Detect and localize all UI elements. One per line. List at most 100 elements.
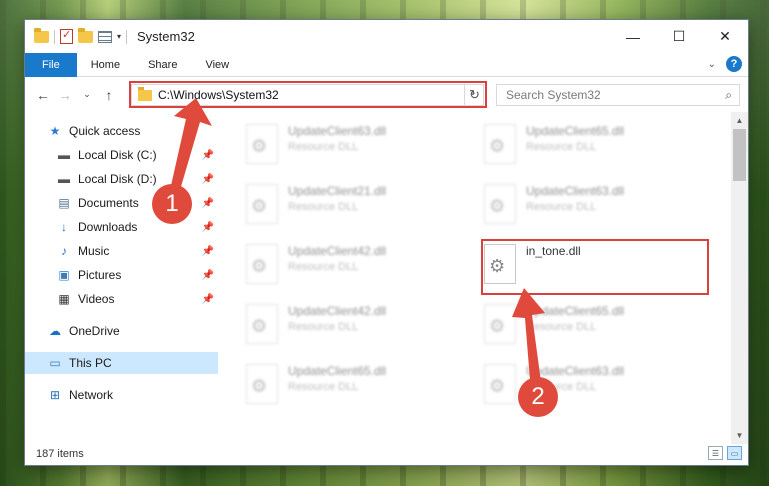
help-icon[interactable]: ? bbox=[726, 56, 742, 72]
sidebar-item-label: Music bbox=[78, 244, 110, 258]
file-name: UpdateClient63.dll bbox=[526, 184, 625, 198]
sidebar-item-label: Local Disk (D:) bbox=[78, 172, 157, 186]
vertical-scrollbar[interactable]: ▲ ▼ bbox=[731, 112, 748, 444]
ribbon-tabs: File Home Share View ⌄ ? bbox=[25, 52, 748, 77]
drive-icon: ▬ bbox=[58, 148, 70, 162]
sidebar-item-label: Pictures bbox=[78, 268, 122, 282]
sidebar-item-pictures[interactable]: ▣ Pictures 📌 bbox=[25, 264, 218, 286]
item-count: 187 items bbox=[36, 447, 84, 460]
pin-icon: 📌 bbox=[201, 293, 214, 305]
file-name: UpdateClient21.dll bbox=[288, 184, 387, 198]
file-name: UpdateClient42.dll bbox=[288, 304, 387, 318]
back-arrow-icon[interactable]: ← bbox=[34, 87, 52, 103]
sidebar-item-music[interactable]: ♪ Music 📌 bbox=[25, 240, 218, 262]
view-toggle-buttons: ☰ ▭ bbox=[708, 446, 742, 460]
navigation-buttons: ← → ⌄ ↑ bbox=[25, 87, 130, 103]
scroll-up-arrow-icon[interactable]: ▲ bbox=[731, 112, 748, 129]
sidebar-item-label: Videos bbox=[78, 292, 115, 306]
file-type: Resource DLL bbox=[526, 201, 597, 213]
file-explorer-window: ▾ System32 — ☐ ✕ File Home Share View ⌄ … bbox=[24, 19, 749, 466]
search-icon[interactable]: ⌕ bbox=[725, 88, 732, 103]
forward-arrow-icon[interactable]: → bbox=[56, 87, 74, 103]
star-icon: ★ bbox=[49, 124, 61, 138]
sidebar-item-videos[interactable]: ▦ Videos 📌 bbox=[25, 288, 218, 310]
expand-ribbon-chevron-icon[interactable]: ⌄ bbox=[708, 59, 716, 70]
file-name: UpdateClient63.dll bbox=[526, 364, 625, 378]
sidebar-item-label: Local Disk (C:) bbox=[78, 148, 157, 162]
dll-file-icon bbox=[484, 124, 516, 164]
dll-file-icon bbox=[246, 184, 278, 224]
navigation-bar: ← → ⌄ ↑ C:\Windows\System32 ⌄ ↻ Search S… bbox=[25, 78, 748, 111]
file-item[interactable]: UpdateClient42.dll Resource DLL bbox=[246, 300, 466, 352]
file-type: Resource DLL bbox=[288, 381, 359, 393]
sidebar-item-network[interactable]: ⊞ Network bbox=[25, 384, 218, 406]
search-input[interactable]: Search System32 ⌕ bbox=[496, 84, 740, 106]
sidebar-item-onedrive[interactable]: ☁ OneDrive bbox=[25, 320, 218, 342]
file-type: Resource DLL bbox=[288, 201, 359, 213]
dll-file-icon bbox=[484, 364, 516, 404]
pin-icon: 📌 bbox=[201, 149, 214, 161]
file-type: Resource DLL bbox=[288, 261, 359, 273]
navigation-pane: ★ Quick access ▬ Local Disk (C:) 📌 ▬ Loc… bbox=[25, 112, 218, 444]
music-note-icon: ♪ bbox=[61, 244, 67, 258]
details-view-icon[interactable]: ☰ bbox=[708, 446, 723, 460]
sidebar-item-label: Downloads bbox=[78, 220, 138, 234]
file-type: Resource DLL bbox=[288, 141, 359, 153]
sidebar-item-label: Quick access bbox=[69, 124, 141, 138]
file-item[interactable]: UpdateClient65.dll Resource DLL bbox=[246, 360, 466, 412]
sidebar-item-quick-access[interactable]: ★ Quick access bbox=[25, 120, 218, 142]
sidebar-item-label: This PC bbox=[69, 356, 112, 370]
drive-icon: ▬ bbox=[58, 172, 70, 186]
step-badge-1: 1 bbox=[152, 184, 192, 224]
large-icons-view-icon[interactable]: ▭ bbox=[727, 446, 742, 460]
file-item[interactable]: UpdateClient65.dll Resource DLL bbox=[484, 120, 704, 172]
pin-icon: 📌 bbox=[201, 245, 214, 257]
file-item[interactable]: UpdateClient63.dll Resource DLL bbox=[484, 180, 704, 232]
download-arrow-icon: ↓ bbox=[61, 220, 67, 234]
recent-locations-chevron-icon[interactable]: ⌄ bbox=[78, 89, 96, 100]
file-item[interactable]: UpdateClient63.dll Resource DLL bbox=[246, 120, 466, 172]
maximize-button[interactable]: ☐ bbox=[656, 20, 702, 53]
customize-toolbar-dropdown-icon[interactable]: ▾ bbox=[117, 32, 121, 41]
window-controls: — ☐ ✕ bbox=[610, 20, 748, 53]
toolbar-divider bbox=[126, 29, 128, 44]
close-button[interactable]: ✕ bbox=[702, 20, 748, 53]
tab-share[interactable]: Share bbox=[134, 53, 191, 77]
properties-icon[interactable] bbox=[60, 28, 73, 44]
quick-access-toolbar: ▾ bbox=[25, 20, 128, 53]
scrollbar-thumb[interactable] bbox=[733, 129, 746, 181]
file-item[interactable]: UpdateClient63.dllResource DLL bbox=[484, 360, 704, 412]
file-item[interactable]: UpdateClient65.dll Resource DLL bbox=[484, 300, 704, 352]
minimize-button[interactable]: — bbox=[610, 20, 656, 53]
step-badge-2: 2 bbox=[518, 377, 558, 417]
tab-home[interactable]: Home bbox=[77, 53, 134, 77]
new-folder-icon[interactable] bbox=[78, 27, 93, 43]
file-item[interactable]: UpdateClient21.dll Resource DLL bbox=[246, 180, 466, 232]
search-placeholder: Search System32 bbox=[506, 88, 601, 102]
dll-file-icon bbox=[246, 364, 278, 404]
file-type: Resource DLL bbox=[526, 321, 597, 333]
dll-file-icon bbox=[484, 184, 516, 224]
sidebar-item-local-disk-d[interactable]: ▬ Local Disk (D:) 📌 bbox=[25, 168, 218, 190]
sidebar-item-label: Documents bbox=[78, 196, 139, 210]
tab-file[interactable]: File bbox=[25, 52, 77, 77]
file-name: UpdateClient63.dll bbox=[288, 124, 387, 138]
sidebar-item-label: OneDrive bbox=[69, 324, 120, 338]
dll-file-icon bbox=[246, 244, 278, 284]
window-title: System32 bbox=[137, 29, 195, 44]
title-bar: ▾ System32 — ☐ ✕ bbox=[25, 20, 748, 53]
file-name: UpdateClient42.dll bbox=[288, 244, 387, 258]
pictures-icon: ▣ bbox=[58, 268, 70, 282]
tab-view[interactable]: View bbox=[191, 53, 243, 77]
dll-file-icon bbox=[246, 304, 278, 344]
view-list-icon[interactable] bbox=[98, 30, 112, 43]
dll-file-icon bbox=[484, 304, 516, 344]
folder-icon[interactable] bbox=[34, 27, 49, 43]
up-arrow-icon[interactable]: ↑ bbox=[100, 87, 118, 103]
sidebar-item-downloads[interactable]: ↓ Downloads 📌 bbox=[25, 216, 218, 238]
pin-icon: 📌 bbox=[201, 269, 214, 281]
file-item[interactable]: UpdateClient42.dll Resource DLL bbox=[246, 240, 466, 292]
sidebar-item-local-disk-c[interactable]: ▬ Local Disk (C:) 📌 bbox=[25, 144, 218, 166]
sidebar-item-this-pc[interactable]: ▭ This PC bbox=[25, 352, 218, 374]
documents-icon: ▤ bbox=[58, 196, 70, 210]
